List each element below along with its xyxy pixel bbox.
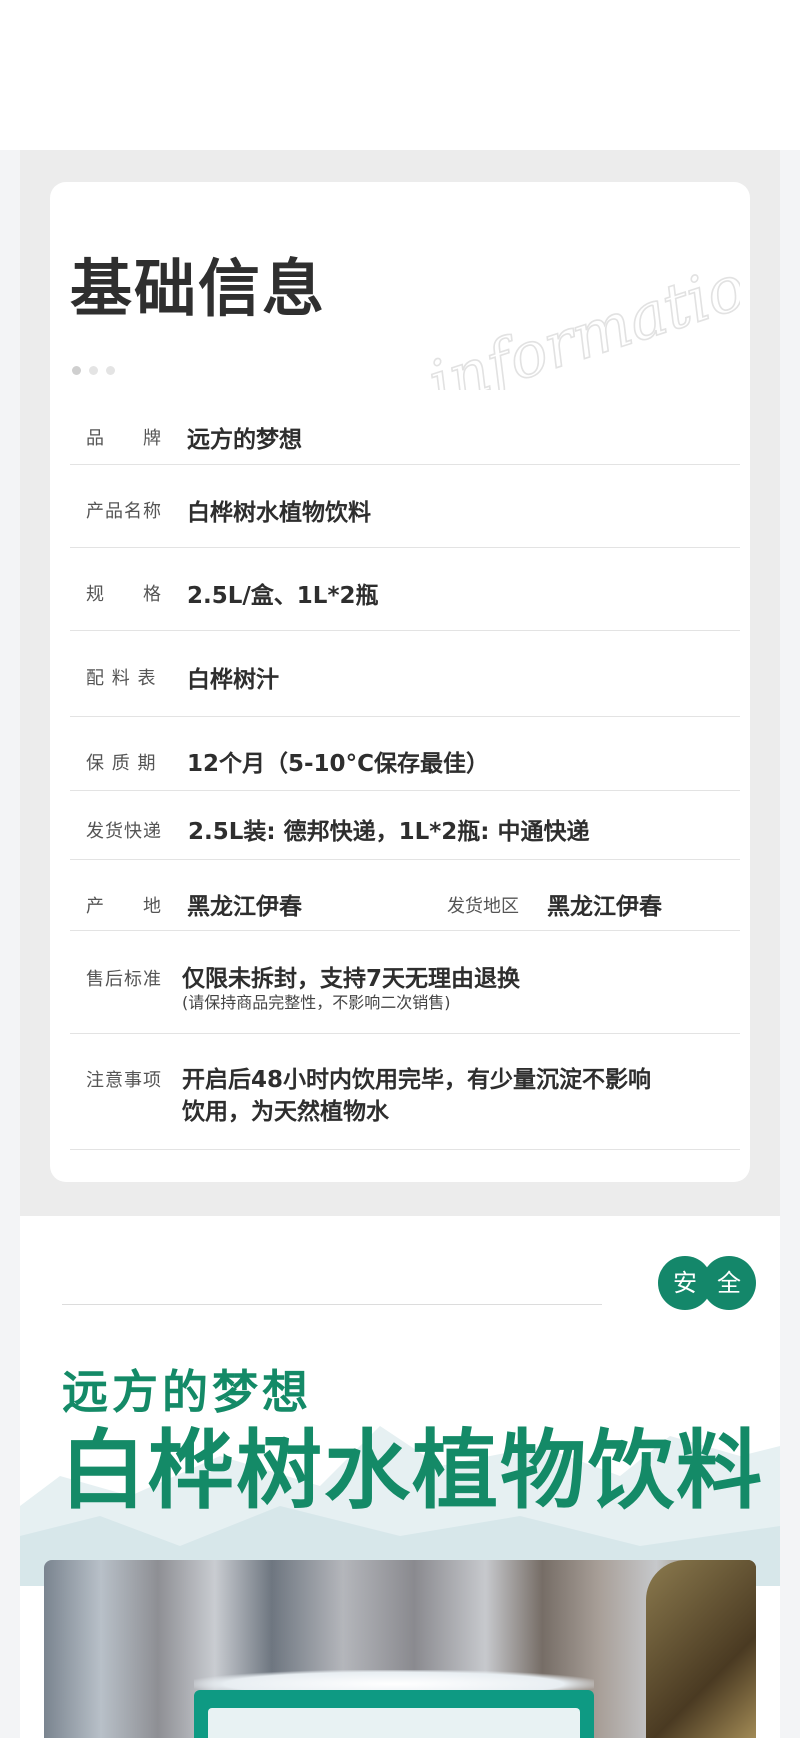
row-value: 仅限未拆封，支持7天无理由退换 bbox=[182, 966, 521, 992]
section-title: 基础信息 bbox=[70, 252, 327, 325]
info-row-spec: 规 格 2.5L/盒、1L*2瓶 bbox=[70, 548, 740, 631]
info-table: 品 牌 远方的梦想 产品名称 白桦树水植物饮料 规 格 2.5L/盒、1L*2瓶… bbox=[70, 408, 740, 1150]
row-label: 产品名称 bbox=[86, 501, 162, 522]
row-value-line2: 饮用，为天然植物水 bbox=[182, 1099, 389, 1125]
row-value: 2.5L装: 德邦快递，1L*2瓶: 中通快递 bbox=[188, 819, 590, 845]
dot-indicator bbox=[72, 366, 81, 375]
row-label: 售后标准 bbox=[86, 969, 162, 990]
pagination-dots bbox=[72, 360, 123, 379]
divider-line bbox=[62, 1304, 602, 1305]
svg-text:information: information bbox=[420, 238, 740, 390]
dot-indicator bbox=[89, 366, 98, 375]
badge-right: 全 bbox=[702, 1256, 756, 1310]
row-label: 规 格 bbox=[86, 584, 162, 605]
row-value: 黑龙江伊春 bbox=[187, 894, 302, 920]
row-value: 白桦树水植物饮料 bbox=[187, 500, 371, 526]
row-note: (请保持商品完整性，不影响二次销售) bbox=[182, 993, 451, 1012]
info-row-product-name: 产品名称 白桦树水植物饮料 bbox=[70, 465, 740, 548]
info-row-after-sales: 售后标准 仅限未拆封，支持7天无理由退换 (请保持商品完整性，不影响二次销售) bbox=[70, 931, 740, 1034]
brand-name: 远方的梦想 bbox=[62, 1365, 312, 1419]
top-blank-area bbox=[0, 0, 800, 150]
row-label-ship-area: 发货地区 bbox=[447, 896, 519, 917]
row-value-line1: 开启后48小时内饮用完毕，有少量沉淀不影响 bbox=[182, 1067, 652, 1093]
row-value: 2.5L/盒、1L*2瓶 bbox=[187, 583, 379, 609]
info-row-brand: 品 牌 远方的梦想 bbox=[70, 408, 740, 465]
info-row-shelf-life: 保 质 期 12个月（5-10°C保存最佳） bbox=[70, 717, 740, 791]
row-label: 保 质 期 bbox=[86, 753, 157, 774]
row-value: 白桦树汁 bbox=[187, 667, 279, 693]
info-row-notes: 注意事项 开启后48小时内饮用完毕，有少量沉淀不影响 饮用，为天然植物水 bbox=[70, 1034, 740, 1150]
row-value-ship-area: 黑龙江伊春 bbox=[547, 894, 662, 920]
rock-image bbox=[646, 1560, 756, 1738]
product-box-image bbox=[194, 1690, 594, 1738]
product-photo bbox=[44, 1560, 756, 1738]
info-row-origin: 产 地 黑龙江伊春 发货地区 黑龙江伊春 bbox=[70, 860, 740, 931]
product-box-window bbox=[208, 1708, 580, 1738]
row-value: 12个月（5-10°C保存最佳） bbox=[187, 751, 489, 777]
row-label: 发货快递 bbox=[86, 821, 162, 842]
info-row-ingredients: 配 料 表 白桦树汁 bbox=[70, 631, 740, 717]
info-row-shipping: 发货快递 2.5L装: 德邦快递，1L*2瓶: 中通快递 bbox=[70, 791, 740, 860]
row-value: 远方的梦想 bbox=[187, 427, 302, 453]
product-title: 白桦树水植物饮料 bbox=[60, 1421, 764, 1521]
brand-section: 安 全 远方的梦想 白桦树水植物饮料 bbox=[20, 1216, 780, 1738]
row-label: 产 地 bbox=[86, 896, 162, 917]
row-label: 配 料 表 bbox=[86, 668, 157, 689]
information-watermark: information bbox=[419, 237, 740, 390]
row-label: 品 牌 bbox=[86, 428, 162, 449]
dot-indicator bbox=[106, 366, 115, 375]
row-label: 注意事项 bbox=[86, 1070, 162, 1091]
